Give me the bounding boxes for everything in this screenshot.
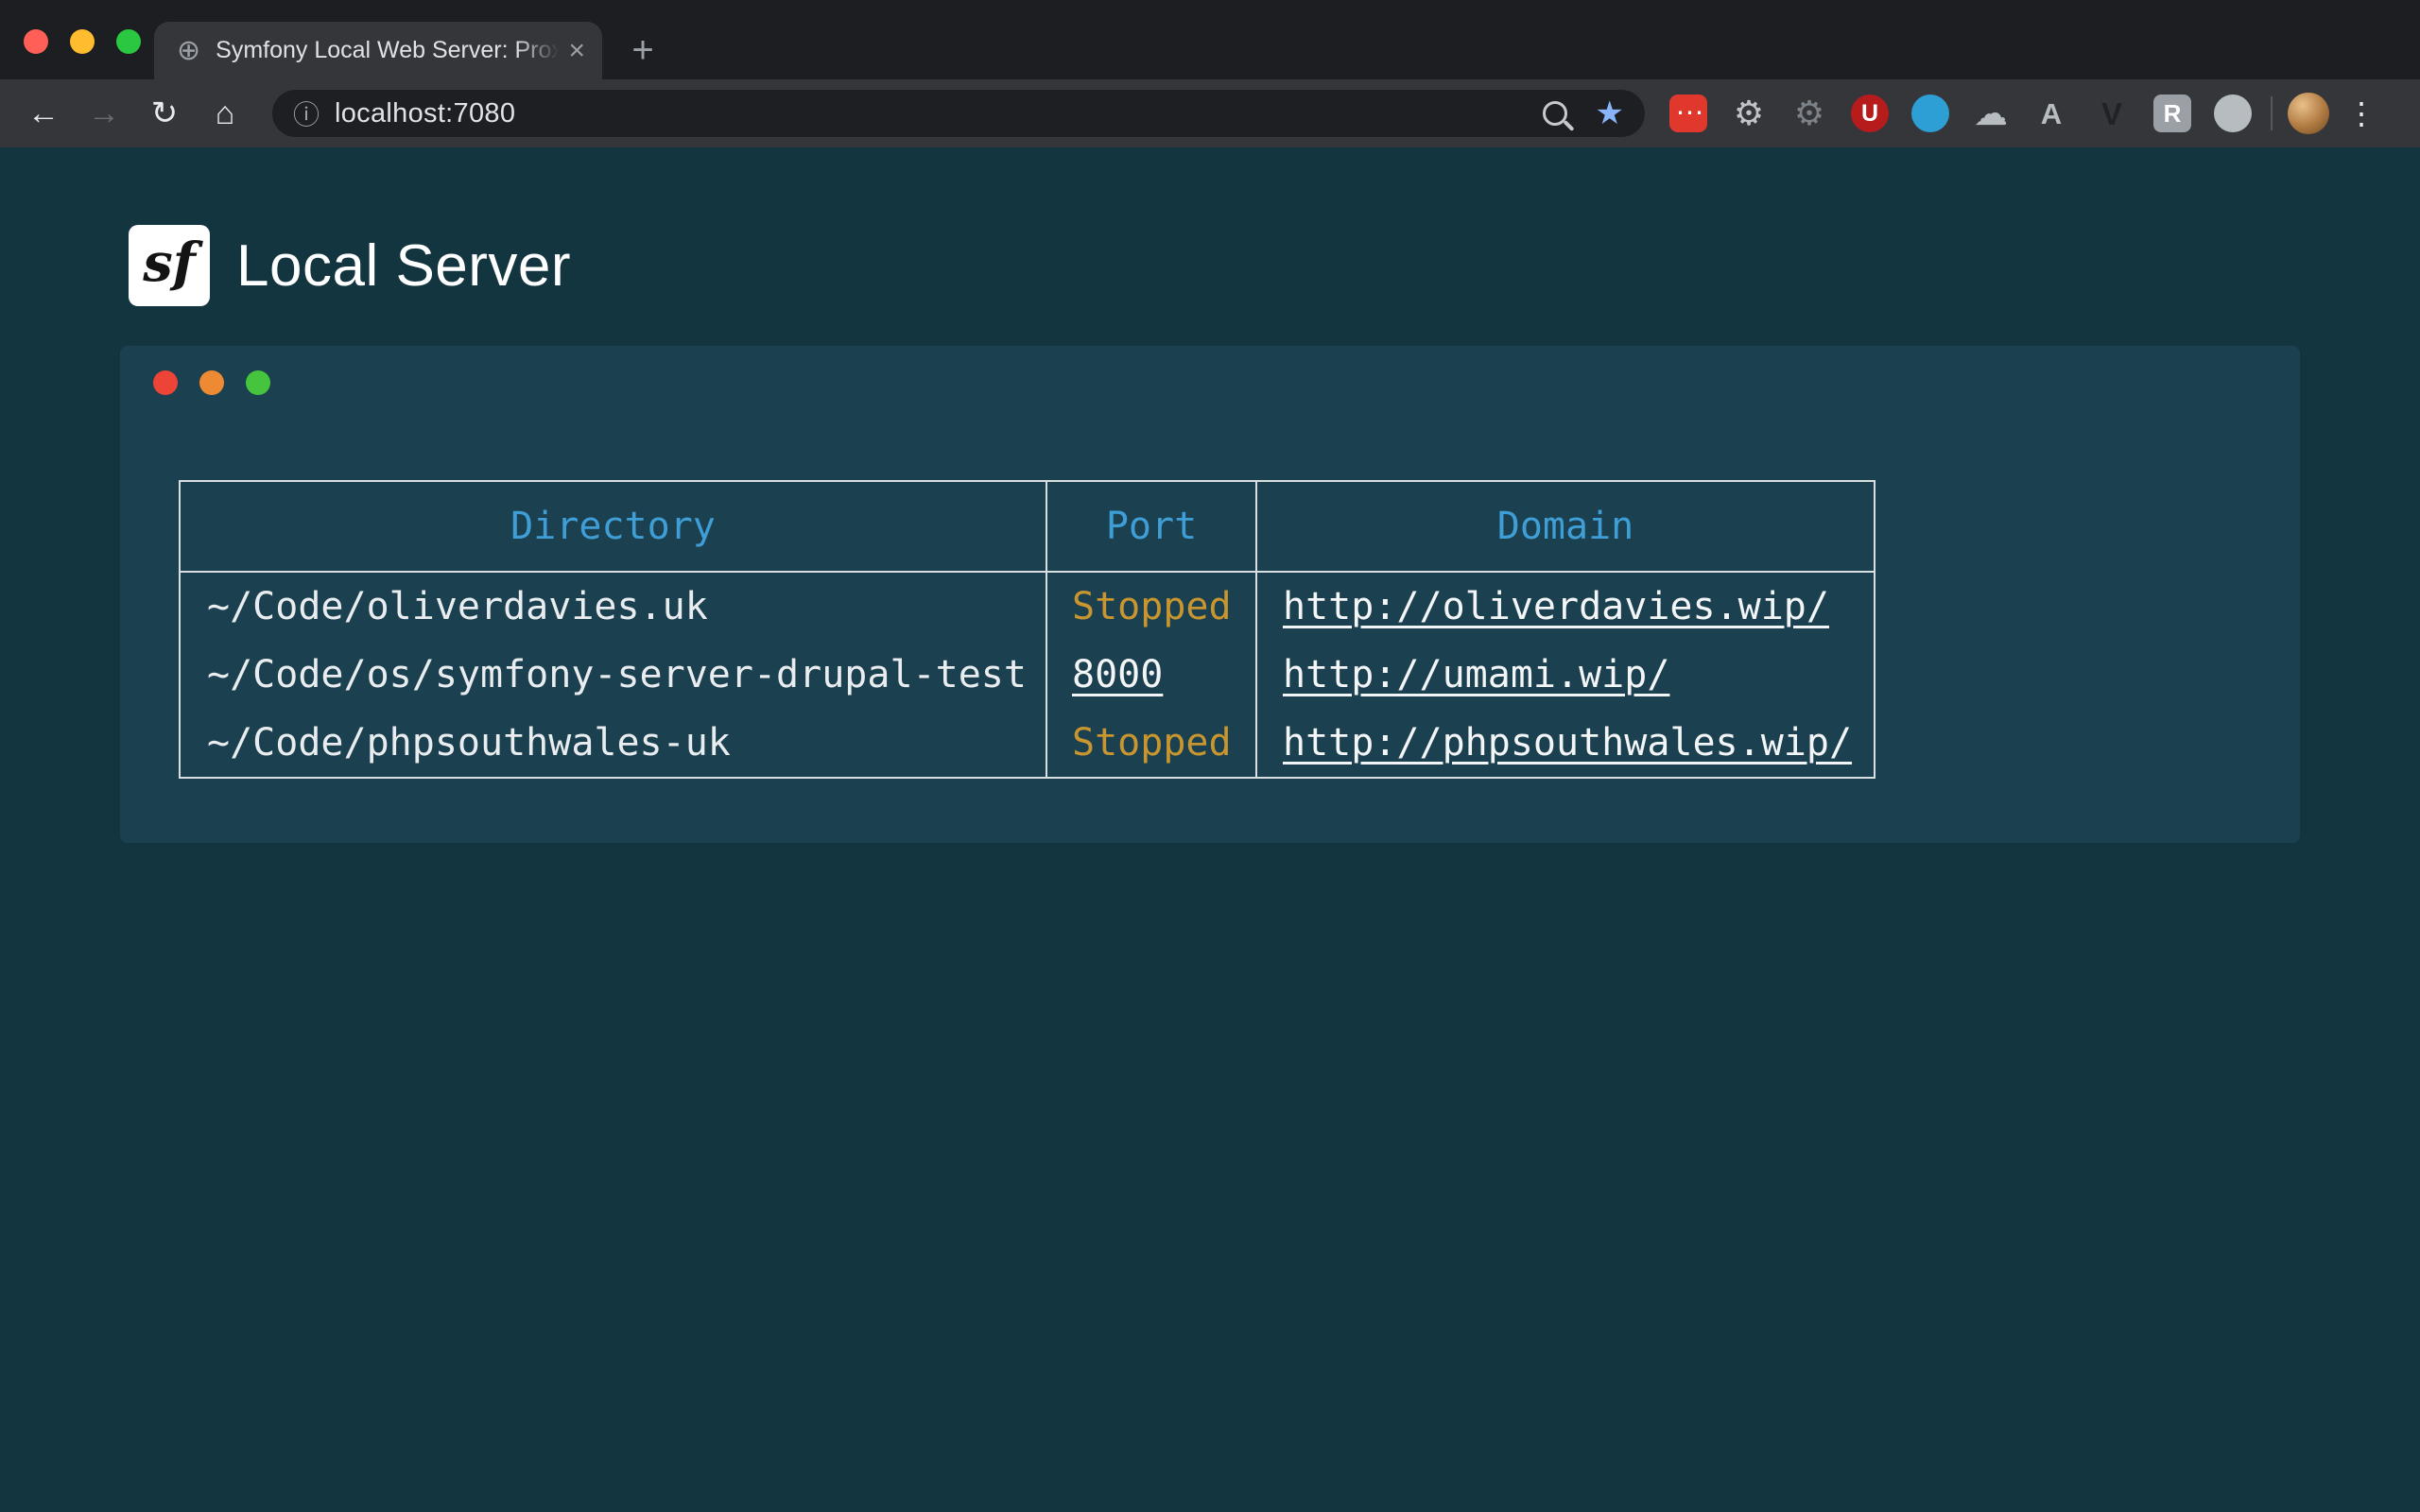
port-status: Stopped [1072, 585, 1232, 628]
letter-r-extension-icon[interactable]: R [2153, 94, 2191, 132]
directory-cell: ~/Code/phpsouthwales-uk [180, 709, 1046, 778]
column-header-directory: Directory [180, 481, 1046, 572]
symfony-logo-text: sf [143, 232, 196, 294]
symfony-logo: sf [129, 225, 210, 306]
extensions-row: ⋯ ⚙ ⚙ U ☁ A V R [1669, 94, 2252, 132]
panel-green-dot [246, 370, 270, 395]
globe-favicon-icon: ⊕ [177, 37, 200, 65]
panel-orange-dot [199, 370, 224, 395]
gear-light-extension-icon[interactable]: ⚙ [1730, 94, 1768, 132]
directory-cell: ~/Code/oliverdavies.uk [180, 572, 1046, 641]
cloud-extension-icon[interactable]: ☁ [1972, 94, 2010, 132]
column-header-domain: Domain [1256, 481, 1875, 572]
page-title: Local Server [236, 232, 571, 300]
domain-link[interactable]: http://umami.wip/ [1283, 653, 1669, 696]
browser-toolbar: ← → ↻ ⌂ ⓘ localhost:7080 ★ ⋯ ⚙ ⚙ U ☁ A V… [0, 79, 2420, 147]
port-link[interactable]: 8000 [1072, 653, 1163, 696]
directory-cell: ~/Code/os/symfony-server-drupal-test [180, 641, 1046, 709]
zoom-icon[interactable] [1543, 101, 1567, 126]
new-tab-button[interactable]: + [619, 26, 666, 74]
page-header: sf Local Server [129, 225, 571, 306]
servers-table: Directory Port Domain ~/Code/oliverdavie… [179, 480, 1876, 779]
forward-button[interactable]: → [79, 89, 129, 138]
window-close-button[interactable] [24, 29, 48, 54]
browser-menu-icon[interactable]: ⋮ [2341, 93, 2382, 134]
window-zoom-button[interactable] [116, 29, 141, 54]
blue-circle-extension-icon[interactable] [1911, 94, 1949, 132]
home-button[interactable]: ⌂ [200, 89, 250, 138]
window-minimize-button[interactable] [70, 29, 95, 54]
domain-link[interactable]: http://phpsouthwales.wip/ [1283, 721, 1852, 765]
table-row: ~/Code/os/symfony-server-drupal-test 800… [180, 641, 1875, 709]
site-info-icon[interactable]: ⓘ [293, 94, 320, 132]
url-text[interactable]: localhost:7080 [335, 98, 515, 129]
column-header-port: Port [1046, 481, 1256, 572]
panel-traffic-lights [153, 370, 270, 395]
browser-tab[interactable]: ⊕ Symfony Local Web Server: Prox × [154, 22, 602, 79]
cat-extension-icon[interactable] [2214, 94, 2252, 132]
table-row: ~/Code/phpsouthwales-uk Stopped http://p… [180, 709, 1875, 778]
tab-title: Symfony Local Web Server: Prox [216, 37, 559, 64]
tab-strip: ⊕ Symfony Local Web Server: Prox × + [0, 0, 2420, 79]
reload-button[interactable]: ↻ [140, 89, 189, 138]
profile-avatar[interactable] [2288, 93, 2329, 134]
panel-red-dot [153, 370, 178, 395]
table-row: ~/Code/oliverdavies.uk Stopped http://ol… [180, 572, 1875, 641]
port-status: Stopped [1072, 721, 1232, 765]
vimium-extension-icon[interactable]: V [2093, 94, 2131, 132]
address-bar[interactable]: ⓘ localhost:7080 ★ [272, 90, 1645, 137]
domain-link[interactable]: http://oliverdavies.wip/ [1283, 585, 1829, 628]
tab-close-icon[interactable]: × [568, 37, 585, 65]
toolbar-separator [2271, 96, 2273, 130]
red-dots-extension-icon[interactable]: ⋯ [1669, 94, 1707, 132]
window-controls [24, 29, 141, 54]
bookmark-star-icon[interactable]: ★ [1596, 97, 1624, 129]
gear-dark-extension-icon[interactable]: ⚙ [1790, 94, 1828, 132]
ublock-extension-icon[interactable]: U [1851, 94, 1889, 132]
back-button[interactable]: ← [19, 89, 68, 138]
letter-a-extension-icon[interactable]: A [2032, 94, 2070, 132]
table-header-row: Directory Port Domain [180, 481, 1875, 572]
server-panel: Directory Port Domain ~/Code/oliverdavie… [120, 346, 2300, 843]
